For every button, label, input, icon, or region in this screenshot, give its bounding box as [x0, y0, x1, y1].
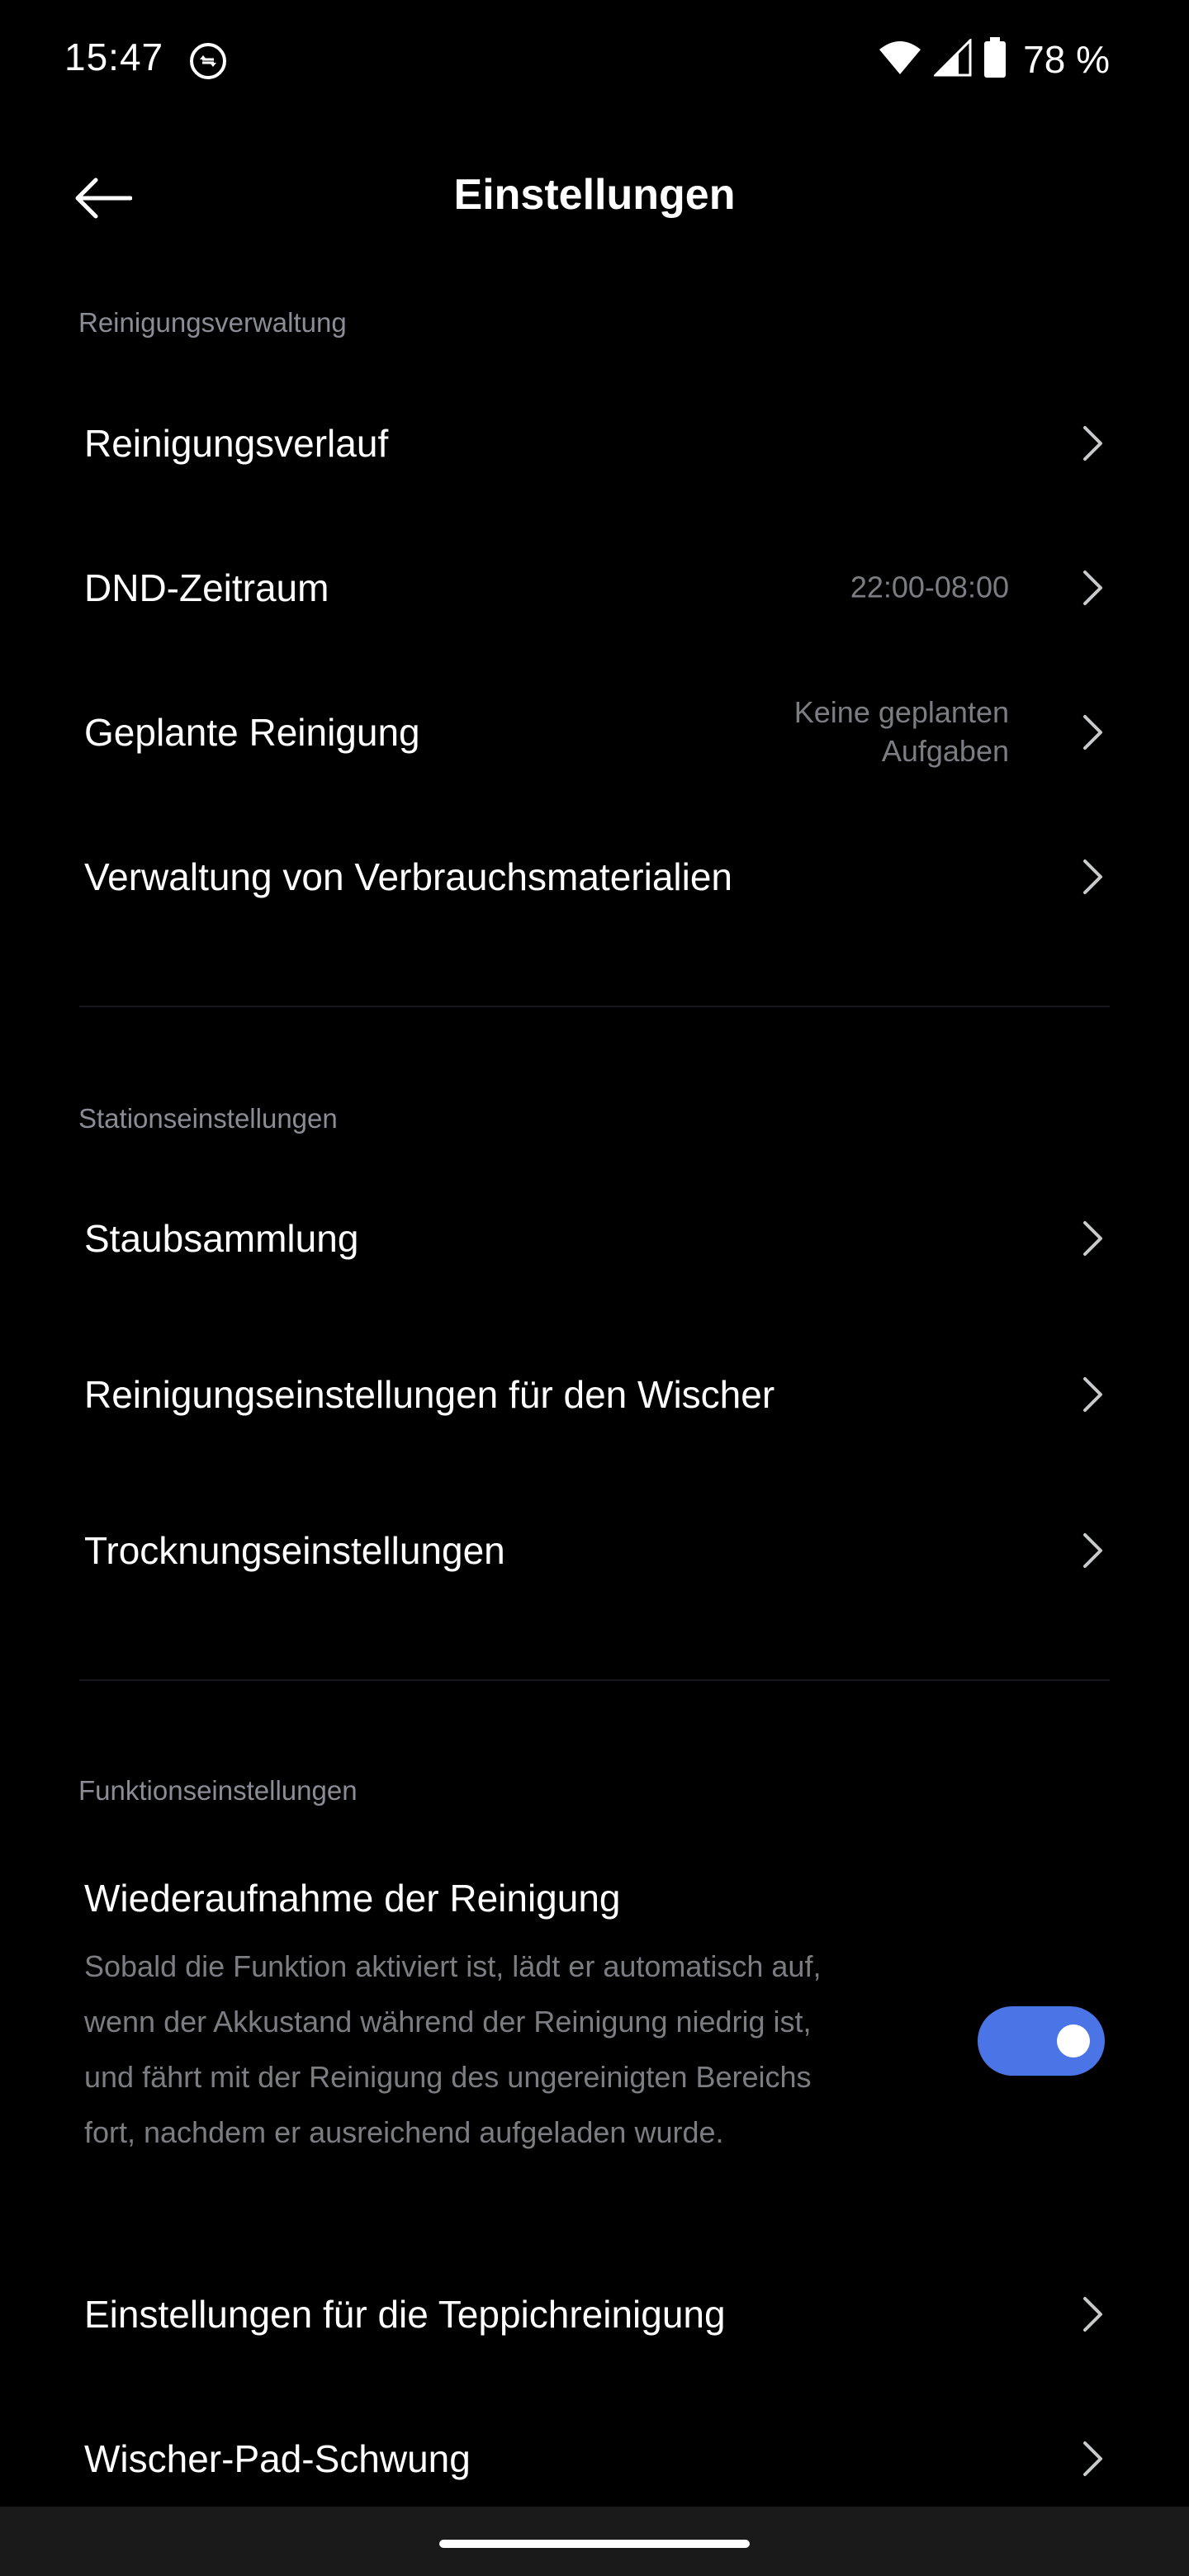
status-icons: 78 %	[878, 35, 1110, 84]
feature-description: Sobald die Funktion aktiviert ist, lädt …	[84, 1949, 822, 2149]
feature-resume-cleaning: Wiederaufnahme der Reinigung Sobald die …	[0, 1866, 1189, 2213]
app-header: Einstellungen	[0, 147, 1189, 246]
battery-icon	[983, 36, 1007, 83]
settings-item-staubsammlung[interactable]: Staubsammlung	[0, 1177, 1189, 1300]
chevron-right-icon	[1083, 1377, 1102, 1412]
chevron-right-icon	[1083, 571, 1102, 605]
chevron-right-icon	[1083, 1221, 1102, 1256]
settings-item-label: Staubsammlung	[84, 1217, 359, 1260]
chevron-right-icon	[1083, 426, 1102, 461]
section-label-funktionseinstellungen: Funktionseinstellungen	[78, 1775, 358, 1806]
settings-item-label: Reinigungsverlauf	[84, 422, 389, 465]
settings-item-value: 22:00-08:00	[850, 570, 1009, 604]
resume-cleaning-toggle[interactable]	[978, 2006, 1105, 2076]
signal-icon	[932, 36, 972, 81]
chevron-right-icon	[1083, 715, 1102, 750]
status-bar: 15:47 78 %	[0, 0, 1189, 116]
settings-item-label: Wischer-Pad-Schwung	[84, 2437, 471, 2480]
status-time: 15:47	[64, 36, 164, 78]
settings-item-geplante-reinigung[interactable]: Geplante Reinigung Keine geplanten Aufga…	[0, 670, 1189, 794]
chevron-right-icon	[1083, 2297, 1102, 2332]
settings-item-value: Keine geplanten Aufgaben	[793, 695, 1009, 768]
section-divider	[79, 1006, 1110, 1007]
settings-item-dnd-zeitraum[interactable]: DND-Zeitraum 22:00-08:00	[0, 526, 1189, 650]
settings-item-wischer-reinigung[interactable]: Reinigungseinstellungen für den Wischer	[0, 1333, 1189, 1456]
battery-percent: 78 %	[1023, 38, 1110, 81]
home-indicator[interactable]	[439, 2540, 750, 2548]
chevron-right-icon	[1083, 859, 1102, 894]
section-divider	[79, 1679, 1110, 1681]
feature-title: Wiederaufnahme der Reinigung	[84, 1877, 621, 1920]
chevron-right-icon	[1083, 2441, 1102, 2476]
wifi-icon	[878, 40, 922, 80]
settings-item-label: Trocknungseinstellungen	[84, 1529, 505, 1572]
system-nav-bar	[0, 2507, 1189, 2576]
page-title: Einstellungen	[453, 171, 736, 219]
section-label-stationseinstellungen: Stationseinstellungen	[78, 1103, 338, 1134]
sync-icon	[187, 40, 230, 83]
settings-item-label: Verwaltung von Verbrauchsmaterialien	[84, 855, 733, 898]
settings-item-reinigungsverlauf[interactable]: Reinigungsverlauf	[0, 381, 1189, 505]
settings-item-label: DND-Zeitraum	[84, 566, 329, 609]
settings-item-label: Geplante Reinigung	[84, 711, 420, 754]
settings-item-teppichreinigung[interactable]: Einstellungen für die Teppichreinigung	[0, 2252, 1189, 2376]
settings-item-label: Einstellungen für die Teppichreinigung	[84, 2293, 726, 2336]
toggle-knob	[1057, 2024, 1090, 2057]
settings-item-trocknung[interactable]: Trocknungseinstellungen	[0, 1489, 1189, 1612]
section-label-reinigungsverwaltung: Reinigungsverwaltung	[78, 307, 347, 338]
settings-item-label: Reinigungseinstellungen für den Wischer	[84, 1373, 775, 1416]
settings-item-verbrauchsmaterialien[interactable]: Verwaltung von Verbrauchsmaterialien	[0, 815, 1189, 939]
chevron-right-icon	[1083, 1533, 1102, 1568]
settings-item-wischer-pad-schwung[interactable]: Wischer-Pad-Schwung	[0, 2397, 1189, 2521]
